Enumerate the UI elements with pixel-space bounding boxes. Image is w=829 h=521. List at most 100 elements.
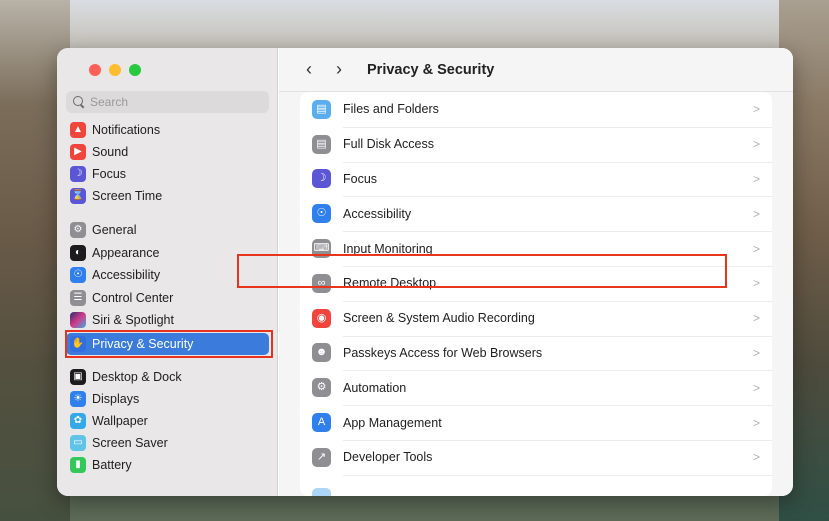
- moon-icon: ☽: [312, 169, 331, 189]
- battery-icon: ▮: [70, 457, 86, 473]
- chevron-left-icon[interactable]: ‹: [301, 59, 317, 80]
- flower-icon: ✿: [70, 413, 86, 429]
- sidebar-item-label: Privacy & Security: [92, 337, 194, 351]
- sidebar-item-desktop-dock[interactable]: ▣ Desktop & Dock: [66, 366, 269, 388]
- bell-icon: ▲: [70, 122, 86, 138]
- list-item-label: Focus: [343, 171, 378, 186]
- list-item-label: Accessibility: [343, 206, 412, 221]
- sidebar-item-general[interactable]: ⚙ General: [66, 219, 269, 241]
- zoom-button[interactable]: [129, 64, 141, 76]
- sidebar-item-control-center[interactable]: ☰ Control Center: [66, 287, 269, 309]
- chevron-right-icon: >: [752, 276, 760, 291]
- dock-icon: ▣: [70, 369, 86, 385]
- search-placeholder: Search: [90, 95, 129, 109]
- chevron-right-icon: >: [752, 137, 760, 152]
- chevron-right-icon: >: [752, 311, 760, 326]
- chevron-right-icon: >: [752, 171, 760, 186]
- chevron-right-icon: >: [752, 415, 760, 430]
- search-icon: [73, 96, 85, 108]
- sidebar-item-label: Screen Time: [92, 189, 163, 203]
- list-item-label: App Management: [343, 415, 442, 430]
- sidebar-item-notifications[interactable]: ▲ Notifications: [66, 119, 269, 141]
- partial-row-icon: [312, 487, 331, 496]
- search-input[interactable]: Search: [66, 91, 269, 113]
- chevron-right-icon[interactable]: ›: [331, 59, 347, 80]
- sidebar-item-battery[interactable]: ▮ Battery: [66, 454, 269, 476]
- list-item-screen-audio-recording[interactable]: ◉ Screen & System Audio Recording >: [300, 301, 772, 336]
- passkey-icon: ☻: [312, 343, 331, 363]
- sidebar-item-label: Wallpaper: [92, 414, 148, 428]
- toolbar: ‹ › Privacy & Security: [279, 48, 793, 92]
- keyboard-icon: ⌨: [312, 239, 331, 259]
- appearance-icon: ◐: [70, 245, 86, 261]
- sidebar: Search ▲ Notifications ▶ Sound ☽ Focus ⌛…: [57, 48, 278, 496]
- accessibility-icon: ☉: [70, 267, 86, 283]
- chevron-right-icon: >: [752, 206, 760, 221]
- binoculars-icon: ∞: [312, 273, 331, 293]
- app-store-icon: A: [312, 413, 331, 433]
- content-pane: ‹ › Privacy & Security ▤ Files and Folde…: [279, 48, 793, 496]
- list-item-accessibility[interactable]: ☉ Accessibility >: [300, 196, 772, 231]
- list-item-automation[interactable]: ⚙ Automation >: [300, 370, 772, 405]
- sidebar-item-accessibility[interactable]: ☉ Accessibility: [66, 264, 269, 286]
- sidebar-item-label: Accessibility: [92, 268, 161, 282]
- developer-tools-icon: ↗: [312, 447, 331, 467]
- list-item-partial: [300, 480, 772, 496]
- sidebar-item-siri-spotlight[interactable]: Siri & Spotlight: [66, 309, 269, 331]
- sidebar-item-privacy-security[interactable]: ✋ Privacy & Security: [66, 333, 269, 355]
- sidebar-item-label: Desktop & Dock: [92, 370, 182, 384]
- sidebar-item-label: Sound: [92, 145, 129, 159]
- control-center-icon: ☰: [70, 290, 86, 306]
- chevron-right-icon: >: [752, 380, 760, 395]
- list-item-label: Input Monitoring: [343, 241, 433, 256]
- accessibility-icon: ☉: [312, 204, 331, 224]
- window-controls: [89, 64, 141, 76]
- close-button[interactable]: [89, 64, 101, 76]
- minimize-button[interactable]: [109, 64, 121, 76]
- list-item-developer-tools[interactable]: ↗ Developer Tools >: [300, 440, 772, 475]
- list-item-files-folders[interactable]: ▤ Files and Folders >: [300, 92, 772, 127]
- list-item-passkeys[interactable]: ☻ Passkeys Access for Web Browsers >: [300, 336, 772, 371]
- sidebar-item-label: Screen Saver: [92, 436, 168, 450]
- disk-icon: ▤: [312, 134, 331, 154]
- automation-icon: ⚙: [312, 378, 331, 398]
- sidebar-item-wallpaper[interactable]: ✿ Wallpaper: [66, 410, 269, 432]
- divider: [343, 474, 772, 476]
- sidebar-item-label: Battery: [92, 458, 132, 472]
- list-item-input-monitoring[interactable]: ⌨ Input Monitoring >: [300, 231, 772, 266]
- list-item-label: Files and Folders: [343, 102, 439, 117]
- list-item-focus[interactable]: ☽ Focus >: [300, 162, 772, 197]
- chevron-right-icon: >: [752, 102, 760, 117]
- sidebar-item-screen-time[interactable]: ⌛ Screen Time: [66, 185, 269, 207]
- moon-icon: ☽: [70, 166, 86, 182]
- sun-icon: ☀: [70, 391, 86, 407]
- page-title: Privacy & Security: [367, 61, 495, 78]
- list-item-app-management[interactable]: A App Management >: [300, 405, 772, 440]
- list-item-label: Full Disk Access: [343, 137, 434, 152]
- privacy-list: ▤ Files and Folders > ▤ Full Disk Access…: [300, 92, 772, 496]
- sidebar-item-focus[interactable]: ☽ Focus: [66, 163, 269, 185]
- system-settings-window: Search ▲ Notifications ▶ Sound ☽ Focus ⌛…: [57, 48, 793, 496]
- sidebar-item-label: Siri & Spotlight: [92, 313, 174, 327]
- sidebar-item-displays[interactable]: ☀ Displays: [66, 388, 269, 410]
- sidebar-item-label: General: [92, 223, 137, 237]
- sidebar-item-label: Appearance: [92, 246, 160, 260]
- list-item-full-disk-access[interactable]: ▤ Full Disk Access >: [300, 127, 772, 162]
- chevron-right-icon: >: [752, 345, 760, 360]
- sidebar-item-sound[interactable]: ▶ Sound: [66, 141, 269, 163]
- sidebar-item-appearance[interactable]: ◐ Appearance: [66, 242, 269, 264]
- gear-icon: ⚙: [70, 222, 86, 238]
- chevron-right-icon: >: [752, 241, 760, 256]
- sidebar-item-label: Notifications: [92, 123, 161, 137]
- folder-icon: ▤: [312, 99, 331, 119]
- screensaver-icon: ▭: [70, 435, 86, 451]
- list-item-label: Passkeys Access for Web Browsers: [343, 345, 543, 360]
- sidebar-item-screen-saver[interactable]: ▭ Screen Saver: [66, 432, 269, 454]
- list-item-label: Automation: [343, 380, 407, 395]
- hourglass-icon: ⌛: [70, 188, 86, 204]
- speaker-icon: ▶: [70, 144, 86, 160]
- siri-icon: [70, 312, 86, 328]
- list-item-label: Screen & System Audio Recording: [343, 311, 535, 326]
- record-icon: ◉: [312, 308, 331, 328]
- list-item-remote-desktop[interactable]: ∞ Remote Desktop >: [300, 266, 772, 301]
